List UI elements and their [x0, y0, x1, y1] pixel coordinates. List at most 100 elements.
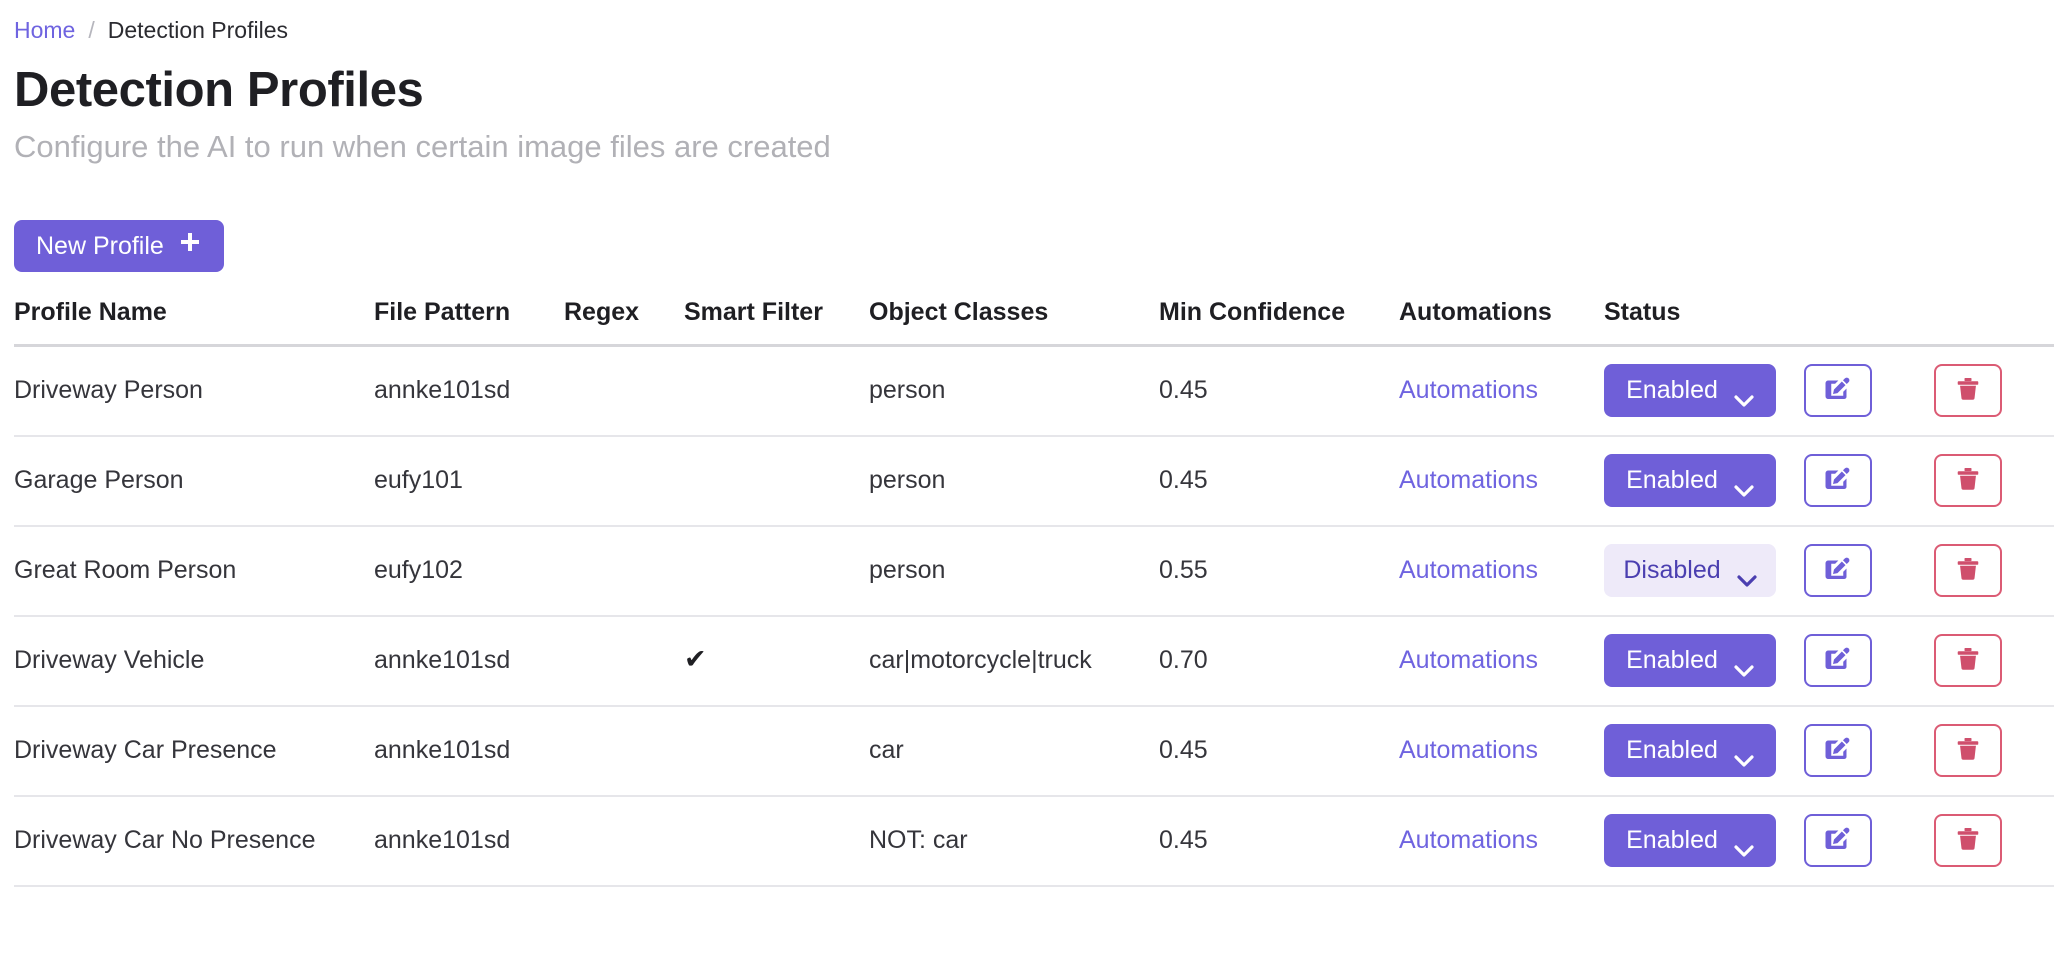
column-header-smart-filter: Smart Filter [684, 298, 869, 348]
column-header-status: Status [1604, 298, 1804, 348]
pencil-square-icon [1823, 464, 1853, 497]
new-profile-label: New Profile [36, 231, 164, 260]
breadcrumb-separator: / [88, 17, 95, 44]
automations-link[interactable]: Automations [1399, 376, 1538, 404]
status-label: Enabled [1626, 646, 1718, 675]
status-label: Disabled [1623, 556, 1721, 585]
status-dropdown[interactable]: Disabled [1604, 544, 1776, 598]
column-header-object-classes: Object Classes [869, 298, 1159, 348]
cell-profile-name: Driveway Person [14, 345, 374, 437]
cell-regex [564, 345, 684, 437]
cell-min-confidence: 0.45 [1159, 435, 1399, 527]
cell-profile-name: Driveway Car Presence [14, 705, 374, 797]
cell-status: Enabled [1604, 345, 1804, 437]
delete-profile-button[interactable] [1934, 454, 2002, 508]
cell-file-pattern: eufy101 [374, 435, 564, 527]
status-dropdown[interactable]: Enabled [1604, 364, 1776, 418]
automations-link[interactable]: Automations [1399, 466, 1538, 494]
automations-link[interactable]: Automations [1399, 826, 1538, 854]
chevron-down-icon [1734, 835, 1754, 857]
cell-regex [564, 525, 684, 617]
column-header-file-pattern: File Pattern [374, 298, 564, 348]
cell-smart-filter [684, 525, 869, 617]
edit-profile-button[interactable] [1804, 814, 1872, 868]
cell-object-classes: car [869, 705, 1159, 797]
cell-regex [564, 795, 684, 887]
cell-edit [1804, 435, 1934, 527]
table-row: Great Room Person eufy102 person 0.55 Au… [14, 525, 2054, 617]
cell-status: Enabled [1604, 435, 1804, 527]
pencil-square-icon [1823, 734, 1853, 767]
cell-regex [564, 705, 684, 797]
delete-profile-button[interactable] [1934, 634, 2002, 688]
status-dropdown[interactable]: Enabled [1604, 814, 1776, 868]
delete-profile-button[interactable] [1934, 544, 2002, 598]
cell-min-confidence: 0.70 [1159, 615, 1399, 707]
cell-regex [564, 435, 684, 527]
cell-min-confidence: 0.45 [1159, 705, 1399, 797]
trash-icon [1954, 735, 1982, 766]
column-header-automations: Automations [1399, 298, 1604, 348]
cell-delete [1934, 525, 2054, 617]
toolbar: New Profile [14, 220, 2052, 273]
cell-min-confidence: 0.45 [1159, 345, 1399, 437]
cell-profile-name: Great Room Person [14, 525, 374, 617]
cell-file-pattern: annke101sd [374, 795, 564, 887]
automations-link[interactable]: Automations [1399, 646, 1538, 674]
cell-smart-filter [684, 435, 869, 527]
delete-profile-button[interactable] [1934, 814, 2002, 868]
cell-smart-filter [684, 795, 869, 887]
cell-edit [1804, 525, 1934, 617]
cell-profile-name: Driveway Car No Presence [14, 795, 374, 887]
detection-profiles-table: Profile Name File Pattern Regex Smart Fi… [14, 298, 2054, 887]
detection-profiles-page: Home / Detection Profiles Detection Prof… [0, 0, 2066, 887]
cell-profile-name: Driveway Vehicle [14, 615, 374, 707]
chevron-down-icon [1734, 385, 1754, 407]
cell-edit [1804, 345, 1934, 437]
column-header-edit [1804, 298, 1934, 348]
status-dropdown[interactable]: Enabled [1604, 454, 1776, 508]
edit-profile-button[interactable] [1804, 634, 1872, 688]
cell-edit [1804, 705, 1934, 797]
cell-automations: Automations [1399, 615, 1604, 707]
table-row: Driveway Car No Presence annke101sd NOT:… [14, 795, 2054, 887]
pencil-square-icon [1823, 374, 1853, 407]
edit-profile-button[interactable] [1804, 724, 1872, 778]
plus-icon [178, 230, 202, 260]
table-header-row: Profile Name File Pattern Regex Smart Fi… [14, 298, 2054, 348]
delete-profile-button[interactable] [1934, 364, 2002, 418]
cell-status: Enabled [1604, 795, 1804, 887]
edit-profile-button[interactable] [1804, 544, 1872, 598]
edit-profile-button[interactable] [1804, 364, 1872, 418]
cell-smart-filter [684, 705, 869, 797]
automations-link[interactable]: Automations [1399, 736, 1538, 764]
table-head: Profile Name File Pattern Regex Smart Fi… [14, 298, 2054, 348]
cell-object-classes: NOT: car [869, 795, 1159, 887]
cell-status: Enabled [1604, 705, 1804, 797]
cell-profile-name: Garage Person [14, 435, 374, 527]
cell-status: Enabled [1604, 615, 1804, 707]
breadcrumb-home-link[interactable]: Home [14, 16, 75, 46]
status-dropdown[interactable]: Enabled [1604, 724, 1776, 778]
cell-delete [1934, 795, 2054, 887]
cell-file-pattern: annke101sd [374, 345, 564, 437]
page-title: Detection Profiles [14, 63, 424, 117]
cell-file-pattern: annke101sd [374, 615, 564, 707]
cell-file-pattern: eufy102 [374, 525, 564, 617]
pencil-square-icon [1823, 824, 1853, 857]
cell-object-classes: person [869, 345, 1159, 437]
chevron-down-icon [1734, 475, 1754, 497]
cell-smart-filter [684, 345, 869, 437]
new-profile-button[interactable]: New Profile [14, 220, 224, 273]
status-label: Enabled [1626, 736, 1718, 765]
cell-automations: Automations [1399, 345, 1604, 437]
edit-profile-button[interactable] [1804, 454, 1872, 508]
status-dropdown[interactable]: Enabled [1604, 634, 1776, 688]
status-label: Enabled [1626, 466, 1718, 495]
breadcrumb-current: Detection Profiles [107, 17, 288, 44]
delete-profile-button[interactable] [1934, 724, 2002, 778]
cell-object-classes: person [869, 435, 1159, 527]
cell-automations: Automations [1399, 705, 1604, 797]
automations-link[interactable]: Automations [1399, 556, 1538, 584]
table-body: Driveway Person annke101sd person 0.45 A… [14, 345, 2054, 887]
